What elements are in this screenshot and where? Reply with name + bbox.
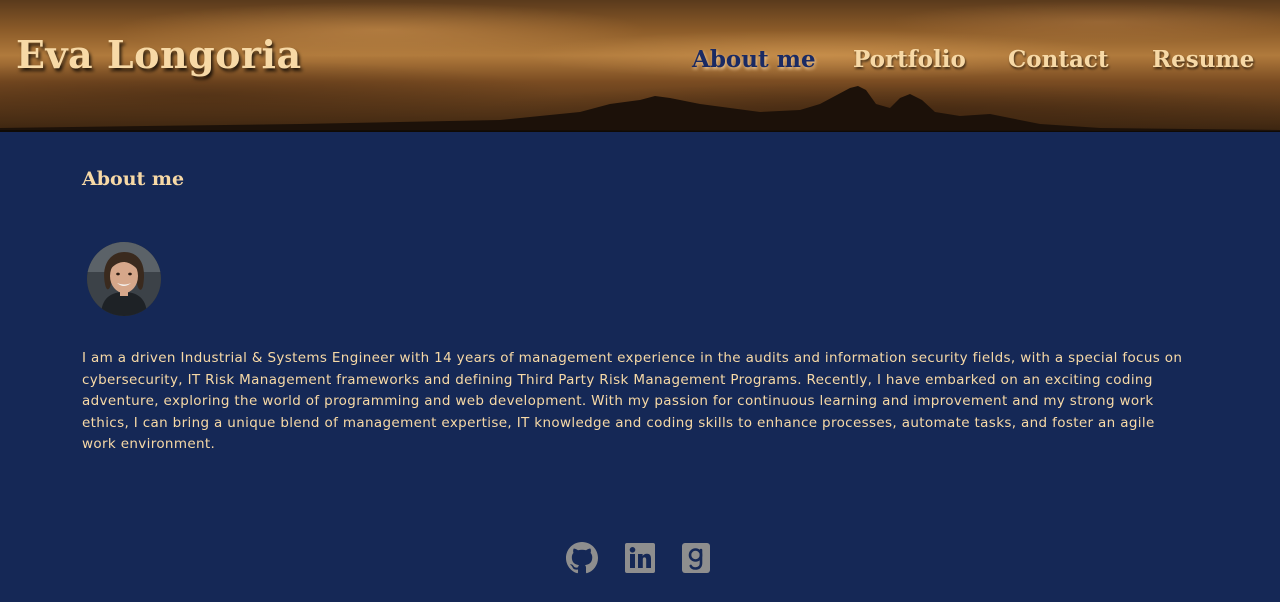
- about-section: About me I am a driven Industrial & Syst…: [0, 132, 1280, 602]
- main-nav: About me Portfolio Contact Resume: [0, 46, 1280, 82]
- nav-resume[interactable]: Resume: [1152, 46, 1254, 73]
- nav-portfolio[interactable]: Portfolio: [853, 46, 966, 73]
- profile-photo-icon: [87, 242, 161, 316]
- bio-paragraph: I am a driven Industrial & Systems Engin…: [82, 350, 1183, 452]
- github-icon[interactable]: [566, 542, 598, 574]
- social-links: [0, 542, 1280, 576]
- site-header: Eva Longoria About me Portfolio Contact …: [0, 0, 1280, 132]
- section-title: About me: [82, 168, 185, 190]
- nav-about-me[interactable]: About me: [692, 46, 816, 73]
- nav-contact[interactable]: Contact: [1008, 46, 1109, 73]
- gmail-icon[interactable]: [680, 542, 712, 574]
- linkedin-icon[interactable]: [624, 542, 656, 574]
- profile-photo-avatar: [87, 242, 161, 316]
